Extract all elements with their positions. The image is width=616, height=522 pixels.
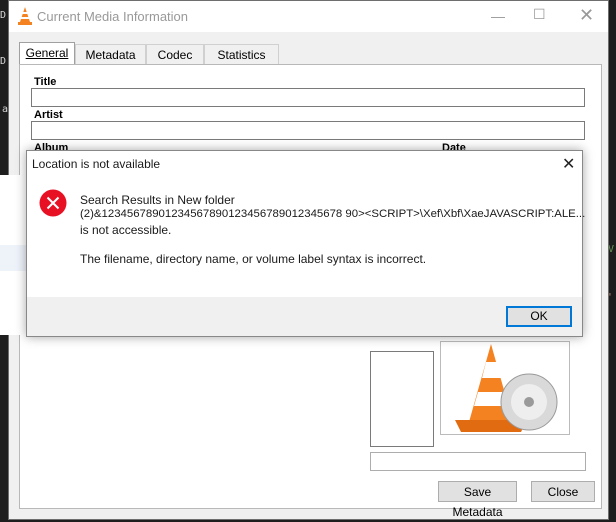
title-label: Title [34,76,57,88]
error-detail: The filename, directory name, or volume … [80,252,427,266]
error-line-3: is not accessible. [80,223,172,237]
error-icon [39,189,67,217]
title-field[interactable] [31,88,585,107]
title-bar: Current Media Information — ☐ ✕ [9,1,608,32]
close-label: Close [547,485,579,499]
vlc-artwork-icon [455,344,558,432]
artist-label: Artist [34,109,63,121]
tab-general[interactable]: General [19,42,75,65]
artist-field[interactable] [31,121,585,140]
save-metadata-button[interactable]: Save Metadata [438,481,517,519]
dialog-title: Location is not available [32,157,161,171]
tab-label: Statistics [217,48,266,62]
tab-label: Codec [157,48,193,62]
artwork-image [440,341,570,435]
url-field[interactable] [370,452,586,471]
tab-codec[interactable]: Codec [146,44,204,64]
error-line-1: Search Results in New folder [80,193,235,207]
save-metadata-label: Save Metadata [452,485,503,519]
error-dialog: Location is not available ✕ Search Resul… [26,150,586,337]
ok-label: OK [530,309,548,323]
error-line-2: (2)&123456789012345678901234567890123456… [80,208,586,220]
ok-button[interactable]: OK [506,306,572,327]
explorer-selected-row [0,245,26,271]
tab-metadata[interactable]: Metadata [75,44,146,64]
description-field[interactable] [370,351,434,447]
editor-fragment: D [0,10,7,21]
close-window-icon[interactable]: ✕ [579,5,594,26]
tab-label: Metadata [85,48,136,62]
close-button[interactable]: Close [531,481,595,502]
dialog-body: Location is not available ✕ Search Resul… [27,151,586,297]
maximize-icon[interactable]: ☐ [533,6,546,23]
tab-statistics[interactable]: Statistics [204,44,279,64]
explorer-fragment [0,175,27,335]
vlc-cone-icon [18,7,32,25]
minimize-icon[interactable]: — [491,8,505,24]
dialog-close-icon[interactable]: ✕ [562,154,575,174]
window-title: Current Media Information [37,9,189,24]
tab-label: General [25,46,69,60]
editor-fragment: D [0,56,7,67]
